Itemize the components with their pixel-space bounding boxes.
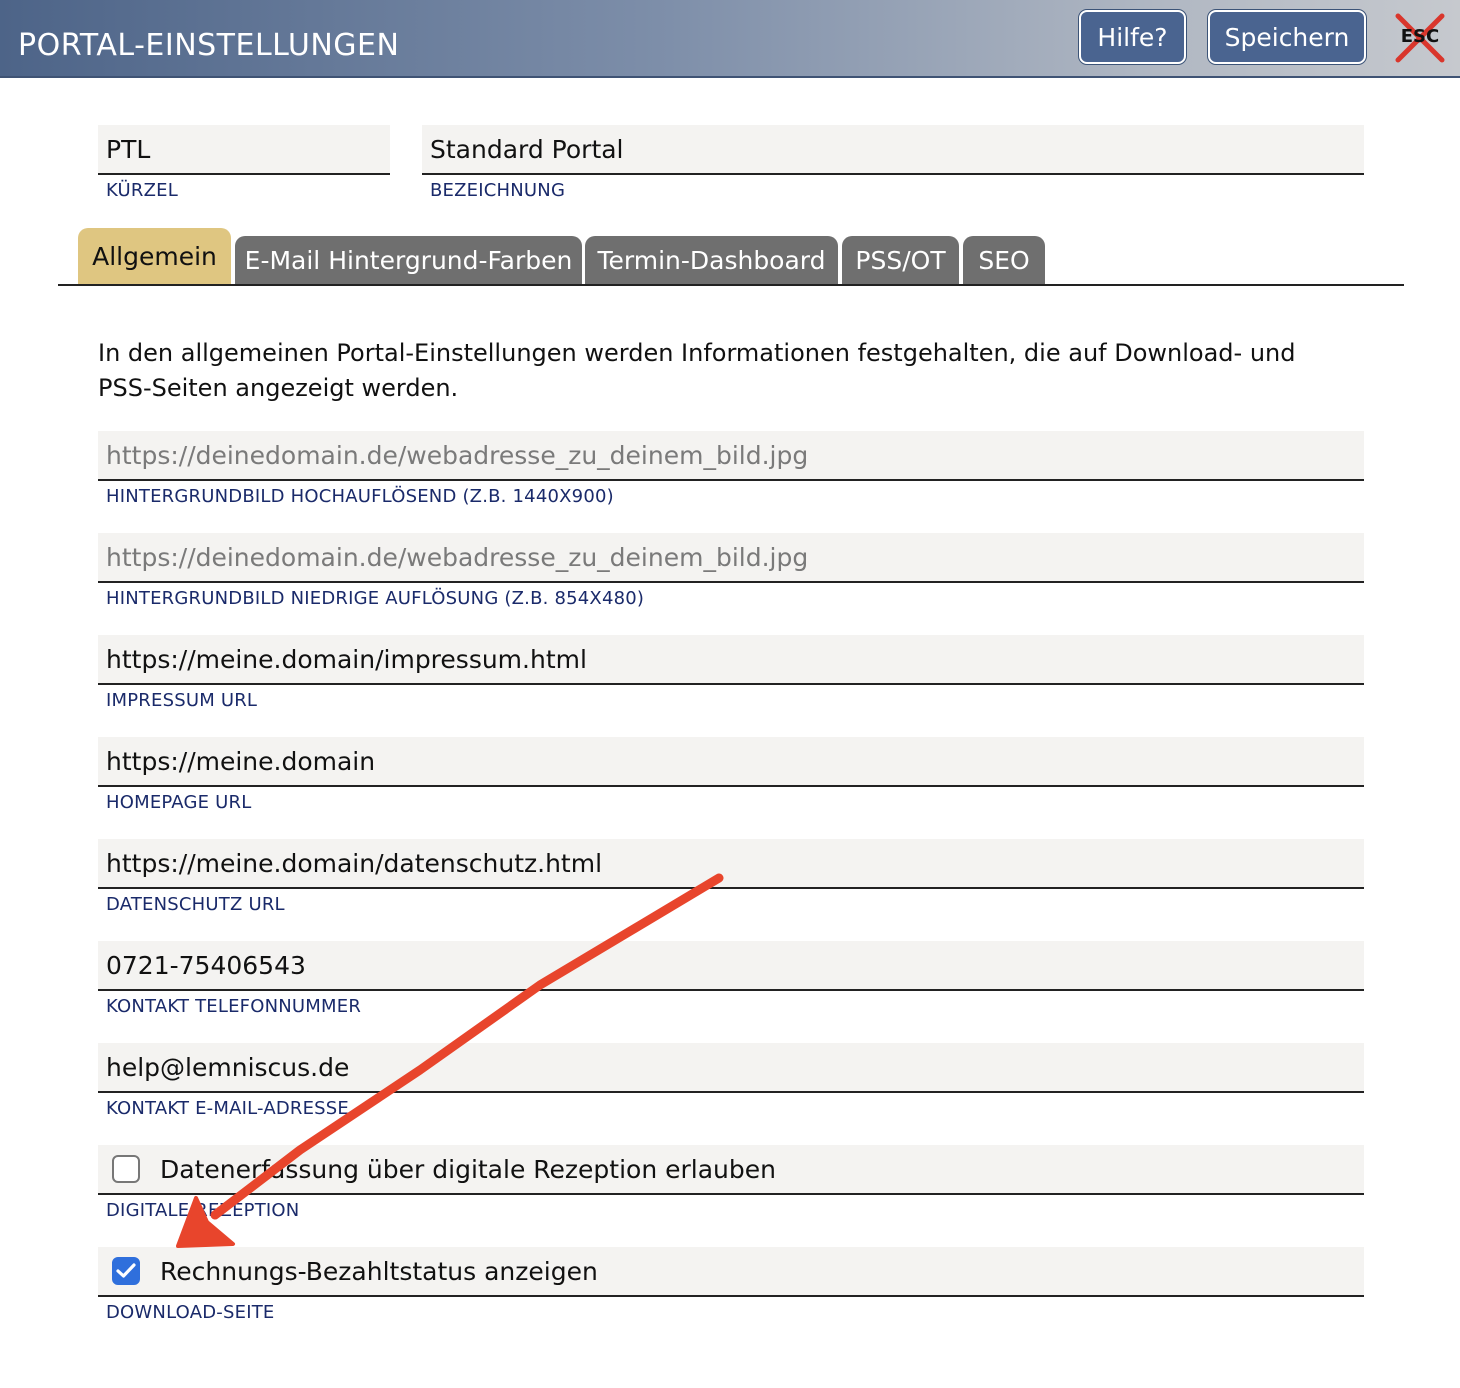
lowres-background-input[interactable]: https://deinedomain.de/webadresse_zu_dei… <box>98 533 1364 583</box>
short-label: KÜRZEL <box>106 180 178 201</box>
field-label: DOWNLOAD-SEITE <box>106 1302 275 1323</box>
contact-email-input[interactable]: help@lemniscus.de <box>98 1043 1364 1093</box>
tab-termin-dashboard[interactable]: Termin-Dashboard <box>585 236 838 284</box>
impressum-url-input[interactable]: https://meine.domain/impressum.html <box>98 635 1364 685</box>
checkbox-text: Rechnungs-Bezahltstatus anzeigen <box>160 1256 598 1286</box>
contact-email-field: help@lemniscus.de KONTAKT E-MAIL-ADRESSE <box>98 1043 1364 1119</box>
short-field: PTL KÜRZEL <box>98 125 390 201</box>
contact-phone-input[interactable]: 0721-75406543 <box>98 941 1364 991</box>
short-input[interactable]: PTL <box>98 125 390 175</box>
esc-close-button[interactable]: ESC <box>1394 12 1446 64</box>
checkmark-icon <box>116 1263 136 1278</box>
homepage-url-field: https://meine.domain HOMEPAGE URL <box>98 737 1364 813</box>
contact-phone-field: 0721-75406543 KONTAKT TELEFONNUMMER <box>98 941 1364 1017</box>
hires-background-field: https://deinedomain.de/webadresse_zu_dei… <box>98 431 1364 507</box>
tab-pss-ot[interactable]: PSS/OT <box>842 236 959 284</box>
name-label: BEZEICHNUNG <box>430 180 566 201</box>
digital-reception-field: Datenerfassung über digitale Rezeption e… <box>98 1145 1364 1221</box>
homepage-url-input[interactable]: https://meine.domain <box>98 737 1364 787</box>
field-label: KONTAKT E-MAIL-ADRESSE <box>106 1098 349 1119</box>
field-label: KONTAKT TELEFONNUMMER <box>106 996 362 1017</box>
digital-reception-row[interactable]: Datenerfassung über digitale Rezeption e… <box>98 1145 1364 1195</box>
tab-bar: Allgemein E-Mail Hintergrund-Farben Term… <box>58 228 1404 286</box>
page-title: PORTAL-EINSTELLUNGEN <box>18 28 400 63</box>
esc-label: ESC <box>1400 26 1440 47</box>
digital-reception-checkbox[interactable] <box>112 1155 140 1183</box>
name-input[interactable]: Standard Portal <box>422 125 1364 175</box>
field-label: IMPRESSUM URL <box>106 690 258 711</box>
download-page-field: Rechnungs-Bezahltstatus anzeigen DOWNLOA… <box>98 1247 1364 1323</box>
tab-allgemein[interactable]: Allgemein <box>78 228 231 284</box>
tab-email-background-colors[interactable]: E-Mail Hintergrund-Farben <box>235 236 582 284</box>
field-label: HOMEPAGE URL <box>106 792 252 813</box>
help-button[interactable]: Hilfe? <box>1079 10 1186 64</box>
title-bar: PORTAL-EINSTELLUNGEN Hilfe? Speichern ES… <box>0 0 1460 78</box>
save-button[interactable]: Speichern <box>1208 10 1366 64</box>
checkbox-text: Datenerfassung über digitale Rezeption e… <box>160 1154 776 1184</box>
tab-seo[interactable]: SEO <box>963 236 1045 284</box>
impressum-url-field: https://meine.domain/impressum.html IMPR… <box>98 635 1364 711</box>
name-field: Standard Portal BEZEICHNUNG <box>422 125 1364 201</box>
lowres-background-field: https://deinedomain.de/webadresse_zu_dei… <box>98 533 1364 609</box>
privacy-url-input[interactable]: https://meine.domain/datenschutz.html <box>98 839 1364 889</box>
hires-background-input[interactable]: https://deinedomain.de/webadresse_zu_dei… <box>98 431 1364 481</box>
field-label: HINTERGRUNDBILD NIEDRIGE AUFLÖSUNG (Z.B.… <box>106 588 645 609</box>
field-label: DATENSCHUTZ URL <box>106 894 285 915</box>
section-description: In den allgemeinen Portal-Einstellungen … <box>98 339 1296 402</box>
field-label: DIGITALE REZEPTION <box>106 1200 300 1221</box>
payment-status-row[interactable]: Rechnungs-Bezahltstatus anzeigen <box>98 1247 1364 1297</box>
payment-status-checkbox[interactable] <box>112 1257 140 1285</box>
privacy-url-field: https://meine.domain/datenschutz.html DA… <box>98 839 1364 915</box>
field-label: HINTERGRUNDBILD HOCHAUFLÖSEND (Z.B. 1440… <box>106 486 614 507</box>
